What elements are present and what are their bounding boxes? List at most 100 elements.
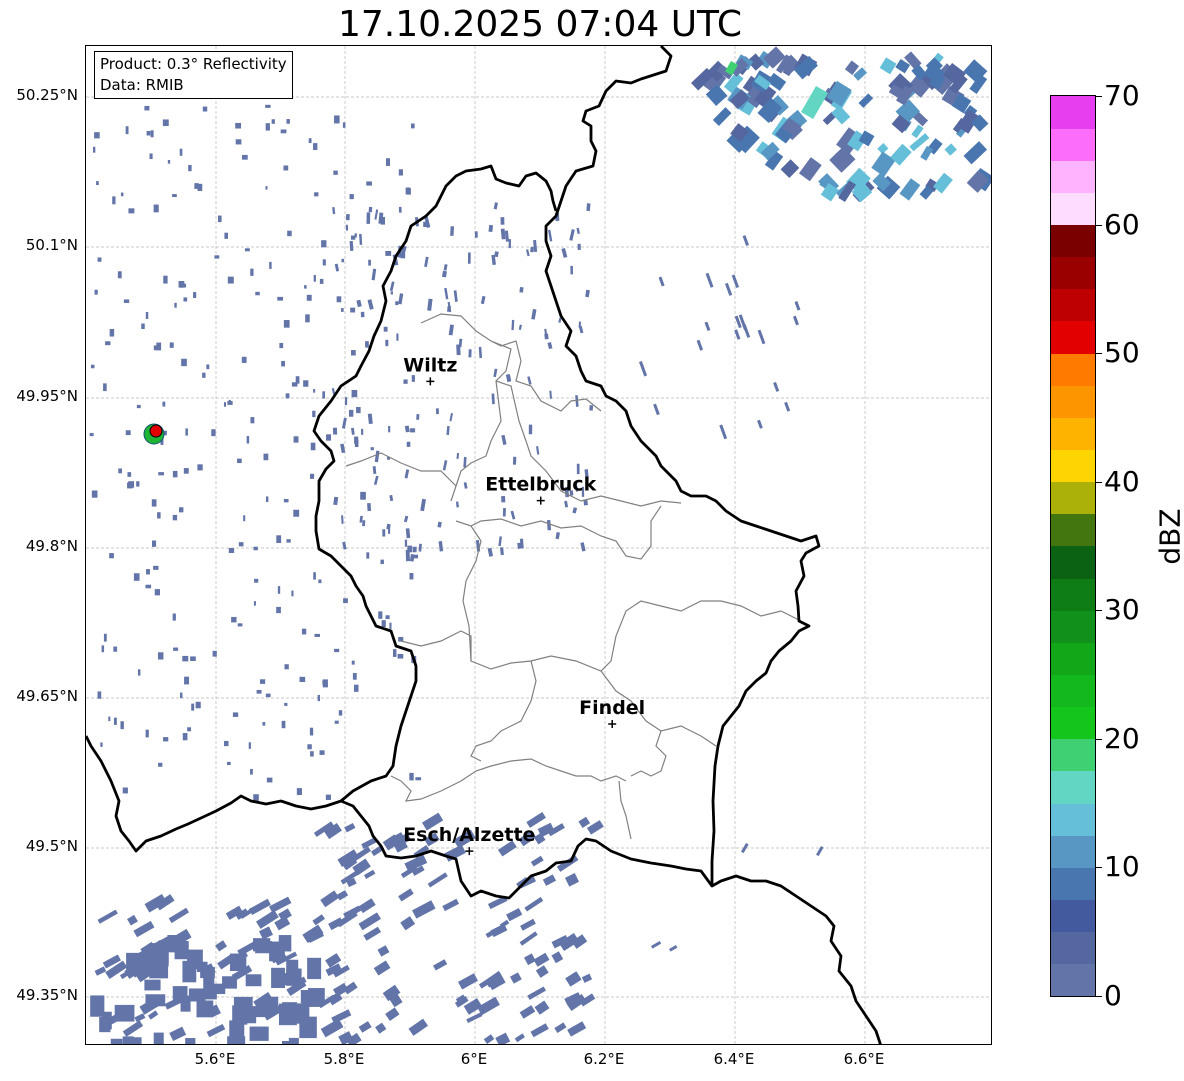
echo-cell xyxy=(696,339,704,351)
echo-cell xyxy=(453,290,458,302)
echo-cell xyxy=(241,356,247,363)
echo-cell xyxy=(546,519,552,531)
radar-site-marker[interactable] xyxy=(143,423,165,445)
echo-cell xyxy=(412,546,417,553)
lat-tick-label: 49.8°N xyxy=(25,537,78,555)
echo-cell xyxy=(390,291,393,295)
echo-cell xyxy=(651,941,662,949)
echo-cell xyxy=(389,281,395,292)
echo-cell xyxy=(519,931,538,946)
echo-cell xyxy=(377,945,390,957)
map-title: 17.10.2025 07:04 UTC xyxy=(337,4,743,45)
colorbar-segment xyxy=(1051,899,1095,933)
echo-cell xyxy=(255,909,279,929)
echo-cell xyxy=(551,951,564,964)
echo-cell xyxy=(325,794,331,800)
echo-cell xyxy=(286,119,290,124)
echo-cell xyxy=(351,389,358,398)
echo-cell xyxy=(455,501,459,508)
echo-cell xyxy=(346,214,350,221)
colorbar-segment xyxy=(1051,835,1095,868)
echo-cell xyxy=(341,258,345,263)
city-marker[interactable]: Findel xyxy=(579,697,645,728)
echo-cell xyxy=(188,164,192,172)
echo-cell xyxy=(488,224,494,233)
echo-cell xyxy=(265,186,268,190)
echo-cell xyxy=(158,762,163,767)
echo-cell xyxy=(113,646,118,652)
echo-cell xyxy=(276,606,281,614)
echo-cell xyxy=(120,192,124,197)
echo-cell xyxy=(449,413,453,422)
echo-cell xyxy=(178,280,185,288)
echo-cell xyxy=(444,287,449,300)
echo-cell xyxy=(197,183,203,191)
echo-cell xyxy=(101,1011,112,1030)
city-cross-icon xyxy=(608,719,617,728)
echo-cell xyxy=(157,652,164,660)
echo-cell xyxy=(368,259,371,266)
echo-cell xyxy=(879,57,897,75)
echo-cell xyxy=(232,1005,248,1025)
echo-cell xyxy=(456,452,460,459)
echo-cell xyxy=(244,248,250,252)
echo-cell xyxy=(385,158,391,166)
echo-cell xyxy=(307,988,325,1005)
colorbar-segment xyxy=(1051,513,1095,547)
echo-cell xyxy=(565,971,582,987)
echo-cell xyxy=(122,1020,144,1037)
colorbar-segment xyxy=(1051,546,1095,579)
echo-cell xyxy=(792,315,799,326)
echo-cell xyxy=(380,559,384,565)
echo-cell xyxy=(215,940,228,952)
echo-cell xyxy=(184,676,189,685)
echo-cell xyxy=(228,547,235,553)
echo-cell xyxy=(228,399,231,404)
echo-cell xyxy=(314,192,319,197)
echo-cell xyxy=(525,249,530,257)
echo-cell xyxy=(191,703,195,711)
echo-cell xyxy=(719,424,728,440)
echo-cell xyxy=(499,547,504,556)
echo-cell xyxy=(293,436,299,443)
echo-cell xyxy=(151,499,157,507)
echo-cell xyxy=(374,450,380,463)
echo-cell xyxy=(334,720,339,724)
echo-cell xyxy=(405,528,411,539)
echo-cell xyxy=(214,255,220,259)
colorbar-tick-mark xyxy=(1096,96,1102,97)
echo-cell xyxy=(576,227,580,235)
lat-tick-label: 49.65°N xyxy=(16,687,78,705)
echo-cell xyxy=(533,952,550,967)
radar-map[interactable]: Wiltz Ettelbruck Findel Esch/Alzette xyxy=(85,45,992,1045)
echo-cell xyxy=(360,491,366,500)
echo-cell xyxy=(144,979,161,991)
echo-cell xyxy=(448,324,454,336)
echo-cell xyxy=(322,679,328,688)
echo-cell xyxy=(397,653,404,659)
city-marker[interactable]: Wiltz xyxy=(403,354,457,386)
echo-cell xyxy=(319,750,325,755)
echo-cell xyxy=(547,342,553,350)
echo-cell xyxy=(375,1022,387,1034)
echo-cell xyxy=(271,119,275,124)
echo-cell xyxy=(114,1004,135,1022)
echo-cell xyxy=(334,263,340,272)
echo-cell xyxy=(506,907,523,922)
echo-cell xyxy=(502,508,506,517)
echo-cell xyxy=(310,442,316,451)
echo-cell xyxy=(491,393,495,405)
colorbar-tick-label: 70 xyxy=(1104,79,1140,112)
echo-cell xyxy=(658,276,665,287)
echo-cell xyxy=(366,212,371,224)
echo-cell xyxy=(282,1002,297,1020)
echo-cell xyxy=(153,565,159,570)
echo-cell xyxy=(389,494,394,502)
colorbar-segment xyxy=(1051,610,1095,643)
echo-cell xyxy=(149,153,153,160)
echo-cell xyxy=(261,996,279,1007)
echo-cell xyxy=(202,106,208,112)
echo-cell xyxy=(308,138,312,144)
echo-cell xyxy=(281,720,286,729)
colorbar-segment xyxy=(1051,578,1095,611)
